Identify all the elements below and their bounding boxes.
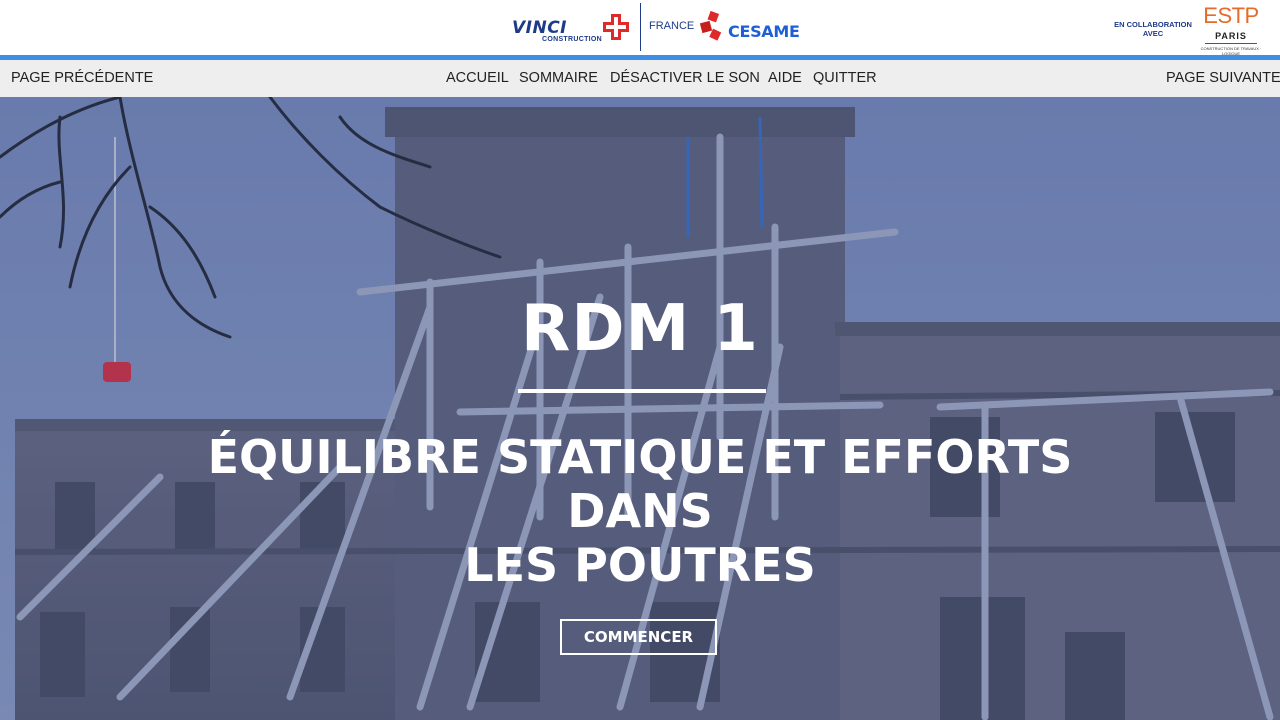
summary-link[interactable]: SOMMAIRE	[519, 70, 598, 86]
start-button[interactable]: COMMENCER	[560, 619, 717, 655]
estp-paris-logo: ESTP PARIS CONSTRUCTION DE TRAVAUX · LOG…	[1200, 3, 1262, 56]
collaboration-line-1: EN COLLABORATION	[1114, 20, 1192, 29]
france-label: FRANCE	[649, 20, 695, 32]
estp-logo-city: PARIS	[1215, 31, 1247, 41]
vinci-cross-icon	[603, 14, 629, 40]
estp-logo-text: ESTP	[1203, 3, 1259, 28]
course-subtitle: ÉQUILIBRE STATIQUE ET EFFORTS DANS LES P…	[140, 430, 1140, 592]
vinci-logo-subtext: CONSTRUCTION	[542, 36, 602, 43]
next-page-link[interactable]: PAGE SUIVANTE	[1166, 70, 1280, 86]
cesame-logo-text: CESAME	[728, 22, 800, 41]
course-title: RDM 1	[521, 292, 759, 366]
collaboration-line-2: AVEC	[1142, 29, 1164, 38]
estp-logo-rule	[1205, 43, 1257, 44]
home-link[interactable]: ACCUEIL	[446, 70, 509, 86]
mute-sound-link[interactable]: DÉSACTIVER LE SON	[610, 70, 760, 86]
vinci-construction-logo: VINCI CONSTRUCTION	[512, 12, 632, 46]
course-subtitle-line-2: LES POUTRES	[464, 538, 816, 592]
course-subtitle-line-1: ÉQUILIBRE STATIQUE ET EFFORTS DANS	[207, 430, 1073, 538]
header-bar: VINCI CONSTRUCTION FRANCE CESAME EN COLL…	[0, 0, 1280, 56]
quit-link[interactable]: QUITTER	[813, 70, 877, 86]
hero-section: RDM 1 ÉQUILIBRE STATIQUE ET EFFORTS DANS…	[0, 97, 1280, 720]
cesame-logo: CESAME	[700, 10, 800, 42]
help-link[interactable]: AIDE	[768, 70, 802, 86]
previous-page-link[interactable]: PAGE PRÉCÉDENTE	[11, 70, 153, 86]
collaboration-label: EN COLLABORATION AVEC	[1108, 20, 1198, 38]
cesame-squares-icon	[700, 10, 722, 41]
vinci-logo-text: VINCI	[512, 18, 568, 38]
header-divider	[640, 3, 641, 51]
navigation-bar: PAGE PRÉCÉDENTE ACCUEIL SOMMAIRE DÉSACTI…	[0, 60, 1280, 97]
title-underline	[518, 389, 766, 393]
